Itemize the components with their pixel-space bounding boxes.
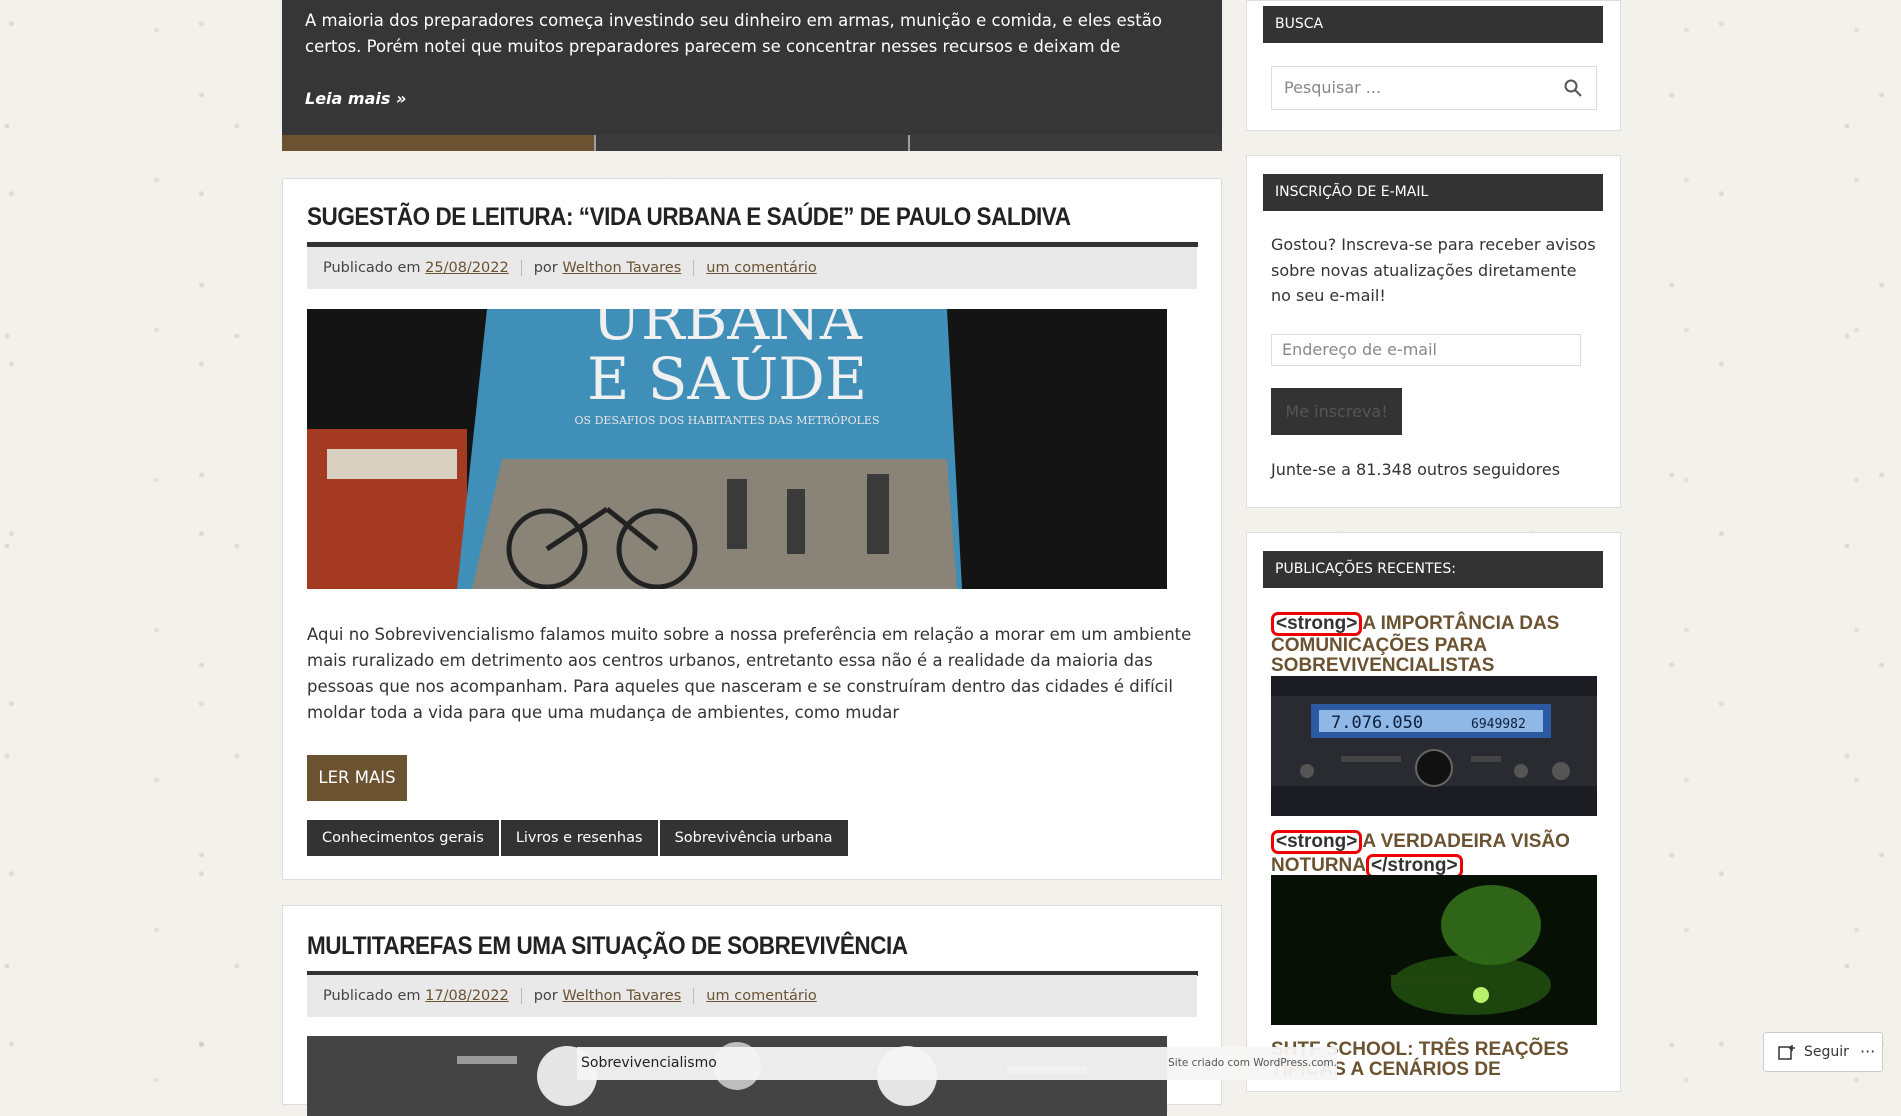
author-label: por <box>533 988 558 1004</box>
read-more-button[interactable]: LER MAIS <box>307 755 407 801</box>
search-input[interactable]: Pesquisar ... <box>1271 66 1597 110</box>
published-label: Publicado em <box>323 260 421 276</box>
meta-divider <box>693 988 695 1004</box>
post-title[interactable]: MULTITAREFAS EM UMA SITUAÇÃO DE SOBREVIV… <box>307 932 1198 976</box>
author-link[interactable]: Welthon Tavares <box>562 260 681 276</box>
followers-count: Junte-se a 81.348 outros seguidores <box>1271 460 1561 479</box>
slider-tab-2[interactable] <box>596 135 910 151</box>
radio-frequency-secondary: 6949982 <box>1471 717 1526 732</box>
slider-excerpt: A maioria dos preparadores começa invest… <box>305 11 1162 56</box>
post-featured-image[interactable]: URBANA E SAÚDE OS DESAFIOS DOS HABITANTE… <box>307 309 1167 589</box>
slider-tab-3[interactable] <box>910 135 1222 151</box>
wordpress-credit-link[interactable]: Site criado com WordPress.com. <box>1168 1057 1337 1069</box>
published-label: Publicado em <box>323 988 421 1004</box>
category-link[interactable]: Sobrevivência urbana <box>659 820 848 856</box>
site-name-link[interactable]: Sobrevivencialismo <box>581 1055 717 1071</box>
comments-link[interactable]: um comentário <box>706 260 816 276</box>
post-date-link[interactable]: 17/08/2022 <box>425 988 509 1004</box>
email-placeholder: Endereço de e-mail <box>1282 340 1437 359</box>
book-title-line2: E SAÚDE <box>587 345 867 413</box>
radio-frequency: 7.076.050 <box>1331 713 1423 733</box>
post-excerpt: Aqui no Sobrevivencialismo falamos muito… <box>307 625 1192 722</box>
subscribe-button[interactable]: Me inscreva! <box>1271 388 1402 435</box>
category-link[interactable]: Livros e resenhas <box>500 820 658 856</box>
slider-read-more-link[interactable]: Leia mais » <box>305 89 406 108</box>
more-options-icon[interactable]: ··· <box>1860 1042 1875 1061</box>
post-article: SUGESTÃO DE LEITURA: “VIDA URBANA E SAÚD… <box>282 178 1222 880</box>
search-icon[interactable] <box>1564 79 1582 97</box>
widget-title: BUSCA <box>1263 6 1603 43</box>
subscribe-text: Gostou? Inscreva-se para receber avisos … <box>1271 235 1596 305</box>
meta-divider <box>520 260 522 276</box>
email-field[interactable]: Endereço de e-mail <box>1271 334 1581 366</box>
follow-label: Seguir <box>1804 1044 1849 1060</box>
widget-title: PUBLICAÇÕES RECENTES: SOBREVIVENCIALISMO <box>1263 551 1603 614</box>
recent-post-image[interactable] <box>1271 875 1597 1025</box>
search-widget: BUSCA Pesquisar ... <box>1246 0 1621 131</box>
comments-link[interactable]: um comentário <box>706 988 816 1004</box>
search-placeholder: Pesquisar ... <box>1284 78 1382 97</box>
featured-slider: A maioria dos preparadores começa invest… <box>282 0 1222 135</box>
widget-title: INSCRIÇÃO DE E-MAIL <box>1263 174 1603 211</box>
meta-divider <box>520 988 522 1004</box>
email-subscribe-widget: INSCRIÇÃO DE E-MAIL Gostou? Inscreva-se … <box>1246 155 1621 508</box>
slider-tabs <box>282 135 1222 151</box>
post-meta: Publicado em 17/08/2022 por Welthon Tavar… <box>307 975 1197 1017</box>
follow-button[interactable]: Seguir ··· <box>1763 1032 1883 1072</box>
author-label: por <box>533 260 558 276</box>
post-meta: Publicado em 25/08/2022 por Welthon Tavar… <box>307 247 1197 289</box>
recent-post-link[interactable]: <strong> A VERDADEIRA VISÃO NOTURNA </stro… <box>1271 830 1591 878</box>
author-link[interactable]: Welthon Tavares <box>562 988 681 1004</box>
category-link[interactable]: Conhecimentos gerais <box>307 820 499 856</box>
strong-tag-open: <strong> <box>1271 612 1363 636</box>
follow-icon <box>1778 1045 1795 1060</box>
strong-tag-open: <strong> <box>1271 830 1363 854</box>
recent-post-image[interactable]: 7.076.050 6949982 <box>1271 676 1597 816</box>
recent-posts-widget: PUBLICAÇÕES RECENTES: SOBREVIVENCIALISMO… <box>1246 532 1621 1092</box>
slider-tab-1[interactable] <box>282 135 596 151</box>
wpcom-bottom-bar: Sobrevivencialismo Site criado com WordP… <box>577 1047 1337 1080</box>
meta-divider <box>693 260 695 276</box>
book-subtitle: OS DESAFIOS DOS HABITANTES DAS METRÓPOLE… <box>575 413 880 427</box>
post-title[interactable]: SUGESTÃO DE LEITURA: “VIDA URBANA E SAÚD… <box>307 203 1198 247</box>
post-categories: Conhecimentos gerais Livros e resenhas S… <box>307 820 848 856</box>
post-date-link[interactable]: 25/08/2022 <box>425 260 509 276</box>
